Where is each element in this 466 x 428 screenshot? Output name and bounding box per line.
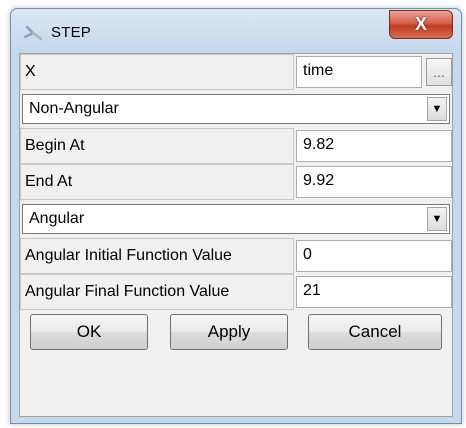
close-button[interactable]: X bbox=[389, 10, 453, 39]
close-icon: X bbox=[414, 14, 427, 34]
end-at-field[interactable]: 9.92 bbox=[296, 166, 452, 198]
non-angular-combo-value: Non-Angular bbox=[29, 100, 119, 117]
angular-initial-field[interactable]: 0 bbox=[296, 240, 452, 272]
cancel-button[interactable]: Cancel bbox=[308, 314, 442, 350]
title-bar: STEP X bbox=[11, 9, 461, 53]
x-value-field[interactable]: time bbox=[296, 56, 422, 88]
x-browse-button[interactable]: ... bbox=[426, 58, 452, 86]
dialog-body: X time ... Non-Angular ▼ Begin At 9.82 E… bbox=[19, 53, 453, 417]
ok-button[interactable]: OK bbox=[30, 314, 148, 350]
angular-final-field[interactable]: 21 bbox=[296, 276, 452, 308]
x-label-cell bbox=[20, 54, 294, 90]
step-dialog: STEP X X time ... Non-Angular ▼ Begin At… bbox=[10, 8, 462, 424]
window-title: STEP bbox=[51, 24, 91, 41]
angular-combo[interactable]: Angular ▼ bbox=[22, 204, 450, 234]
angular-combo-value: Angular bbox=[29, 210, 85, 227]
angular-final-label: Angular Final Function Value bbox=[25, 283, 230, 300]
x-label: X bbox=[25, 63, 36, 80]
begin-at-field[interactable]: 9.82 bbox=[296, 130, 452, 162]
begin-at-label: Begin At bbox=[25, 137, 85, 154]
end-at-label: End At bbox=[25, 173, 73, 190]
angular-initial-label: Angular Initial Function Value bbox=[25, 247, 232, 264]
apply-button[interactable]: Apply bbox=[170, 314, 288, 350]
step-function-icon bbox=[23, 25, 43, 41]
chevron-down-icon[interactable]: ▼ bbox=[427, 97, 447, 121]
non-angular-combo[interactable]: Non-Angular ▼ bbox=[22, 94, 450, 124]
chevron-down-icon[interactable]: ▼ bbox=[427, 207, 447, 231]
